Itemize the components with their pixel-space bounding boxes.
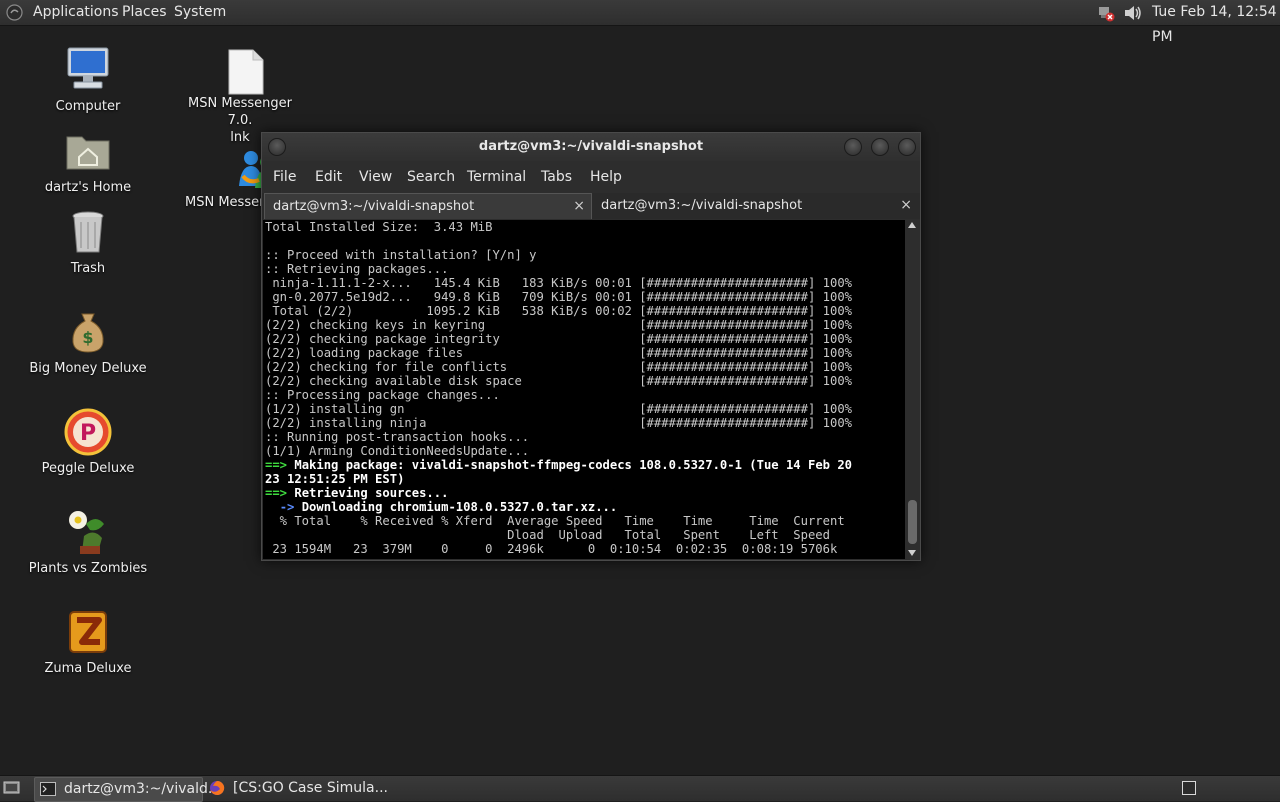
desktop-icon-peggle[interactable]: P Peggle Deluxe <box>28 408 148 477</box>
terminal-scrollbar[interactable] <box>906 220 919 559</box>
scroll-up-arrow-icon[interactable] <box>908 222 916 228</box>
terminal-line: Total Installed Size: 3.43 MiB <box>265 220 493 234</box>
terminal-line: -> Downloading chromium-108.0.5327.0.tar… <box>279 500 618 514</box>
clock[interactable]: Tue Feb 14, 12:54 PM <box>1152 0 1280 50</box>
terminal-line: :: Proceed with installation? [Y/n] y <box>265 248 537 262</box>
firefox-icon <box>210 780 225 795</box>
desktop-icon-label: Plants vs Zombies <box>28 561 148 576</box>
minimize-button[interactable] <box>844 138 862 156</box>
bottom-panel: dartz@vm3:~/vivald... [CS:GO Case Simula… <box>0 775 1280 802</box>
terminal-line: ==> Making package: vivaldi-snapshot-ffm… <box>265 458 853 472</box>
file-icon <box>221 48 269 96</box>
terminal-line: Total (2/2) 1095.2 KiB 538 KiB/s 00:02 [… <box>265 304 852 318</box>
menu-file[interactable]: File <box>273 163 296 191</box>
taskbar-item-terminal[interactable]: dartz@vm3:~/vivald... <box>34 777 221 802</box>
menubar: File Edit View Search Terminal Tabs Help <box>262 163 920 191</box>
menu-view[interactable]: View <box>359 163 392 191</box>
top-panel: Applications Places System Tue Feb 14, 1… <box>0 0 1280 45</box>
zuma-icon <box>64 608 112 656</box>
window-title: dartz@vm3:~/vivaldi-snapshot <box>478 139 704 154</box>
close-button[interactable] <box>898 138 916 156</box>
terminal-line: (1/2) installing gn [###################… <box>265 402 852 416</box>
computer-icon <box>64 46 112 94</box>
tab-label: dartz@vm3:~/vivaldi-snapshot <box>273 199 475 214</box>
terminal-line: (2/2) installing ninja [################… <box>265 416 852 430</box>
trash-icon <box>64 208 112 256</box>
svg-text:P: P <box>80 421 96 446</box>
sub-prompt-arrow: -> <box>279 500 295 514</box>
desktop-icon-big-money[interactable]: $ Big Money Deluxe <box>28 308 148 377</box>
gnome-foot-icon[interactable] <box>6 4 23 21</box>
desktop-icon-zuma[interactable]: Zuma Deluxe <box>28 608 148 677</box>
desktop-icon-label: dartz's Home <box>44 180 132 195</box>
menu-edit[interactable]: Edit <box>315 163 342 191</box>
desktop-icon-trash[interactable]: Trash <box>28 208 148 277</box>
terminal-line: 23 12:51:25 PM EST) <box>265 472 405 486</box>
workspace-switcher[interactable] <box>1182 781 1196 795</box>
desktop-icon-label: Computer <box>55 99 121 114</box>
terminal-line: (2/2) checking keys in keyring [########… <box>265 318 852 332</box>
scroll-down-arrow-icon[interactable] <box>908 550 916 556</box>
prompt-arrow: ==> <box>265 458 288 472</box>
tab-close-icon[interactable]: × <box>573 194 585 219</box>
menu-terminal[interactable]: Terminal <box>467 163 526 191</box>
desktop-icon-label: Trash <box>70 261 106 276</box>
desktop-icon-computer[interactable]: Computer <box>28 46 148 115</box>
menu-search[interactable]: Search <box>407 163 455 191</box>
system-menu[interactable]: System <box>174 0 226 25</box>
terminal-line: ninja-1.11.1-2-x... 145.4 KiB 183 KiB/s … <box>265 276 852 290</box>
terminal-line: (2/2) checking available disk space [###… <box>265 374 852 388</box>
titlebar[interactable]: dartz@vm3:~/vivaldi-snapshot <box>262 133 920 161</box>
desktop-icon-plants-vs-zombies[interactable]: Plants vs Zombies <box>28 508 148 577</box>
terminal-line: :: Retrieving packages... <box>265 262 449 276</box>
tab-close-icon[interactable]: × <box>900 193 912 218</box>
taskbar-item-label: [CS:GO Case Simula... <box>233 780 388 796</box>
desktop-icon-label: Peggle Deluxe <box>41 461 135 476</box>
prompt-arrow: ==> <box>265 486 288 500</box>
scroll-thumb[interactable] <box>908 500 917 544</box>
places-menu[interactable]: Places <box>122 0 167 25</box>
taskbar-item-browser[interactable]: [CS:GO Case Simula... <box>204 777 404 800</box>
speaker-icon[interactable] <box>1122 3 1144 23</box>
terminal-line: (1/1) Arming ConditionNeedsUpdate... <box>265 444 530 458</box>
tab-2[interactable]: dartz@vm3:~/vivaldi-snapshot × <box>593 193 918 218</box>
tab-1[interactable]: dartz@vm3:~/vivaldi-snapshot × <box>264 193 592 219</box>
terminal-line: (2/2) loading package files [###########… <box>265 346 852 360</box>
maximize-button[interactable] <box>871 138 889 156</box>
menu-tabs[interactable]: Tabs <box>541 163 572 191</box>
terminal-line: :: Running post-transaction hooks... <box>265 430 530 444</box>
menu-help[interactable]: Help <box>590 163 622 191</box>
terminal-line: % Total % Received % Xferd Average Speed… <box>265 514 845 528</box>
terminal-line: Dload Upload Total Spent Left Speed <box>265 528 830 542</box>
show-desktop-icon[interactable] <box>3 781 20 795</box>
terminal-line: gn-0.2077.5e19d2... 949.8 KiB 709 KiB/s … <box>265 290 852 304</box>
peggle-icon: P <box>64 408 112 456</box>
home-folder-icon <box>64 127 112 175</box>
tab-bar: dartz@vm3:~/vivaldi-snapshot × dartz@vm3… <box>262 193 920 219</box>
applications-menu[interactable]: Applications <box>33 0 119 25</box>
terminal-output[interactable]: Total Installed Size: 3.43 MiB:: Proceed… <box>263 220 905 559</box>
desktop-icon-home[interactable]: dartz's Home <box>28 127 148 196</box>
terminal-window: dartz@vm3:~/vivaldi-snapshot File Edit V… <box>261 132 921 561</box>
terminal-line: (2/2) checking package integrity [######… <box>265 332 852 346</box>
desktop-icon-label: Big Money Deluxe <box>29 361 147 376</box>
money-bag-icon: $ <box>64 308 112 356</box>
plants-vs-zombies-icon <box>64 508 112 556</box>
terminal-icon <box>40 782 56 796</box>
tab-label: dartz@vm3:~/vivaldi-snapshot <box>601 198 803 213</box>
terminal-line: :: Processing package changes... <box>265 388 500 402</box>
desktop-icon-label: Zuma Deluxe <box>44 661 132 676</box>
taskbar-item-label: dartz@vm3:~/vivald... <box>64 781 222 797</box>
terminal-line: 23 1594M 23 379M 0 0 2496k 0 0:10:54 0:0… <box>265 542 838 556</box>
terminal-line: (2/2) checking for file conflicts [#####… <box>265 360 852 374</box>
network-error-icon[interactable] <box>1097 4 1115 22</box>
terminal-line: ==> Retrieving sources... <box>265 486 449 500</box>
svg-text:$: $ <box>82 328 93 347</box>
